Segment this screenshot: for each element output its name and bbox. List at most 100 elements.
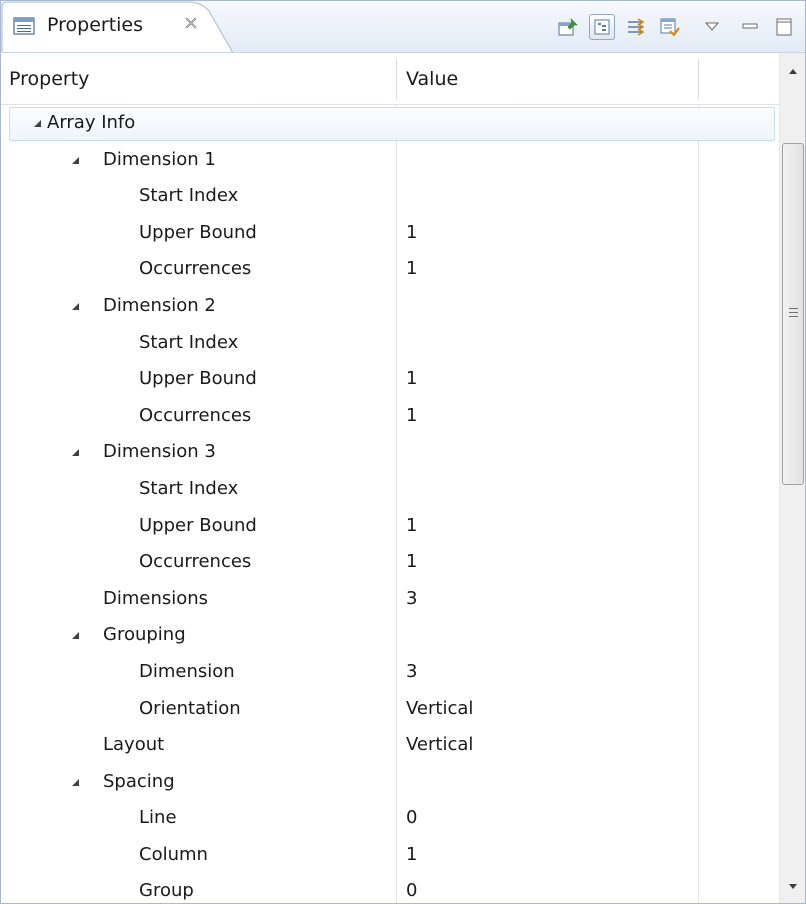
property-cell[interactable]: Dimension 3 (1, 434, 396, 471)
value-cell[interactable]: 1 (398, 508, 698, 545)
expanded-triangle-icon[interactable] (71, 302, 80, 311)
table-row[interactable]: Dimension 1 (1, 142, 779, 179)
table-row[interactable]: Dimension 3 (1, 434, 779, 471)
property-label: Array Info (47, 112, 136, 133)
maximize-icon[interactable] (771, 14, 797, 40)
value-cell[interactable]: 0 (398, 873, 698, 903)
table-row[interactable]: Array Info (1, 105, 779, 142)
show-categories-icon[interactable] (589, 14, 615, 40)
pin-to-selection-icon[interactable] (555, 14, 581, 40)
show-advanced-properties-icon[interactable] (623, 14, 649, 40)
column-divider[interactable] (396, 59, 397, 99)
property-cell[interactable]: Line (1, 800, 396, 837)
property-cell[interactable]: Occurrences (1, 251, 396, 288)
property-label: Dimension 3 (103, 441, 216, 463)
property-cell[interactable]: Grouping (1, 617, 396, 654)
close-icon[interactable] (183, 15, 199, 37)
property-cell[interactable]: Occurrences (1, 544, 396, 581)
value-cell[interactable]: 0 (398, 800, 698, 837)
vertical-scrollbar[interactable] (779, 53, 805, 903)
value-cell[interactable]: 3 (398, 654, 698, 691)
table-row[interactable]: Start Index (1, 325, 779, 362)
property-cell[interactable]: Occurrences (1, 398, 396, 435)
property-cell[interactable]: Array Info (1, 105, 396, 142)
property-cell[interactable]: Dimensions (1, 581, 396, 618)
value-cell[interactable] (398, 105, 698, 142)
value-cell[interactable]: 1 (398, 398, 698, 435)
table-row[interactable]: Upper Bound 1 (1, 215, 779, 252)
view-menu-icon[interactable] (699, 14, 725, 40)
expanded-triangle-icon[interactable] (71, 631, 80, 640)
property-cell[interactable]: Layout (1, 727, 396, 764)
value-cell[interactable] (398, 764, 698, 801)
property-cell[interactable]: Upper Bound (1, 215, 396, 252)
table-row[interactable]: Start Index (1, 471, 779, 508)
column-header-value[interactable]: Value (398, 53, 458, 105)
table-row[interactable]: Spacing (1, 764, 779, 801)
property-label: Spacing (103, 770, 175, 792)
property-cell[interactable]: Upper Bound (1, 361, 396, 398)
property-label: Dimension (139, 660, 235, 682)
property-cell[interactable]: Start Index (1, 325, 396, 362)
scroll-down-arrow[interactable] (788, 883, 798, 891)
table-header: Property Value (1, 53, 779, 105)
scroll-up-arrow[interactable] (788, 67, 798, 75)
expanded-triangle-icon[interactable] (33, 119, 42, 128)
table-row[interactable]: Dimensions 3 (1, 581, 779, 618)
value-cell[interactable]: 1 (398, 837, 698, 874)
property-cell[interactable]: Spacing (1, 764, 396, 801)
property-label: Occurrences (139, 258, 252, 280)
expanded-triangle-icon[interactable] (71, 448, 80, 457)
expanded-triangle-icon[interactable] (71, 778, 80, 787)
value-cell[interactable]: 1 (398, 361, 698, 398)
properties-tab[interactable]: Properties (1, 1, 237, 53)
property-cell[interactable]: Start Index (1, 178, 396, 215)
value-cell[interactable]: 1 (398, 251, 698, 288)
value-cell[interactable]: 1 (398, 215, 698, 252)
column-divider[interactable] (698, 59, 699, 99)
value-cell[interactable] (398, 434, 698, 471)
column-header-property[interactable]: Property (1, 53, 89, 105)
property-label: Line (139, 807, 177, 829)
value-cell[interactable] (398, 288, 698, 325)
property-cell[interactable]: Orientation (1, 691, 396, 728)
property-cell[interactable]: Column (1, 837, 396, 874)
property-label: Start Index (139, 185, 239, 207)
value-cell[interactable] (398, 471, 698, 508)
property-cell[interactable]: Dimension 2 (1, 288, 396, 325)
table-row[interactable]: Layout Vertical (1, 727, 779, 764)
value-cell[interactable]: 1 (398, 544, 698, 581)
restore-default-value-icon[interactable] (657, 14, 683, 40)
table-row[interactable]: Start Index (1, 178, 779, 215)
table-row[interactable]: Occurrences 1 (1, 398, 779, 435)
value-cell[interactable] (398, 142, 698, 179)
expanded-triangle-icon[interactable] (71, 156, 80, 165)
table-row[interactable]: Column 1 (1, 837, 779, 874)
table-row[interactable]: Upper Bound 1 (1, 508, 779, 545)
table-row[interactable]: Dimension 2 (1, 288, 779, 325)
thumb-grip (789, 312, 798, 313)
table-row[interactable]: Line 0 (1, 800, 779, 837)
scrollbar-thumb[interactable] (782, 143, 804, 485)
value-cell[interactable] (398, 325, 698, 362)
property-cell[interactable]: Group (1, 873, 396, 903)
table-row[interactable]: Occurrences 1 (1, 251, 779, 288)
minimize-icon[interactable] (737, 14, 763, 40)
property-cell[interactable]: Start Index (1, 471, 396, 508)
property-label: Upper Bound (139, 368, 257, 390)
table-row[interactable]: Upper Bound 1 (1, 361, 779, 398)
property-cell[interactable]: Dimension (1, 654, 396, 691)
table-row[interactable]: Occurrences 1 (1, 544, 779, 581)
table-row[interactable]: Orientation Vertical (1, 691, 779, 728)
value-cell[interactable]: Vertical (398, 691, 698, 728)
value-cell[interactable]: 3 (398, 581, 698, 618)
table-row[interactable]: Group 0 (1, 873, 779, 903)
table-row[interactable]: Dimension 3 (1, 654, 779, 691)
value-cell[interactable] (398, 178, 698, 215)
table-row[interactable]: Grouping (1, 617, 779, 654)
value-cell[interactable]: Vertical (398, 727, 698, 764)
value-cell[interactable] (398, 617, 698, 654)
property-cell[interactable]: Upper Bound (1, 508, 396, 545)
property-cell[interactable]: Dimension 1 (1, 142, 396, 179)
view-toolbar: Properties (0, 0, 806, 53)
